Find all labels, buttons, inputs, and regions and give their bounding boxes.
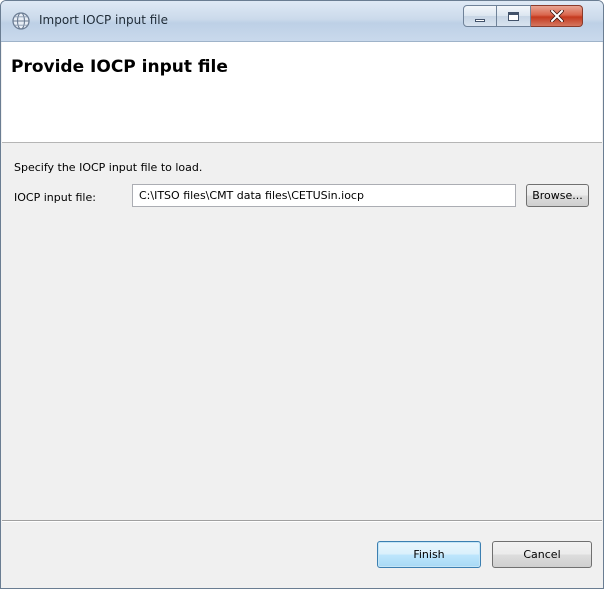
iocp-input-file-field[interactable] xyxy=(132,184,516,207)
close-icon xyxy=(549,10,564,22)
globe-icon xyxy=(12,12,30,30)
window-controls xyxy=(463,5,583,27)
import-iocp-dialog: Import IOCP input file Provide IOCP inpu… xyxy=(0,0,604,589)
wizard-content: Specify the IOCP input file to load. IOC… xyxy=(2,143,602,519)
title-bar[interactable]: Import IOCP input file xyxy=(1,1,603,42)
window-title: Import IOCP input file xyxy=(39,13,169,27)
finish-button[interactable]: Finish xyxy=(377,541,481,568)
instruction-text: Specify the IOCP input file to load. xyxy=(14,161,203,174)
maximize-icon xyxy=(508,11,519,21)
minimize-icon xyxy=(475,18,485,22)
wizard-header: Provide IOCP input file xyxy=(2,42,602,143)
minimize-button[interactable] xyxy=(463,5,497,27)
close-button[interactable] xyxy=(531,5,583,27)
page-title: Provide IOCP input file xyxy=(11,57,228,77)
dialog-footer: Finish Cancel xyxy=(2,522,602,588)
cancel-button[interactable]: Cancel xyxy=(492,541,592,568)
maximize-button[interactable] xyxy=(497,5,531,27)
browse-button[interactable]: Browse... xyxy=(526,184,589,207)
iocp-input-file-label: IOCP input file: xyxy=(14,191,96,204)
